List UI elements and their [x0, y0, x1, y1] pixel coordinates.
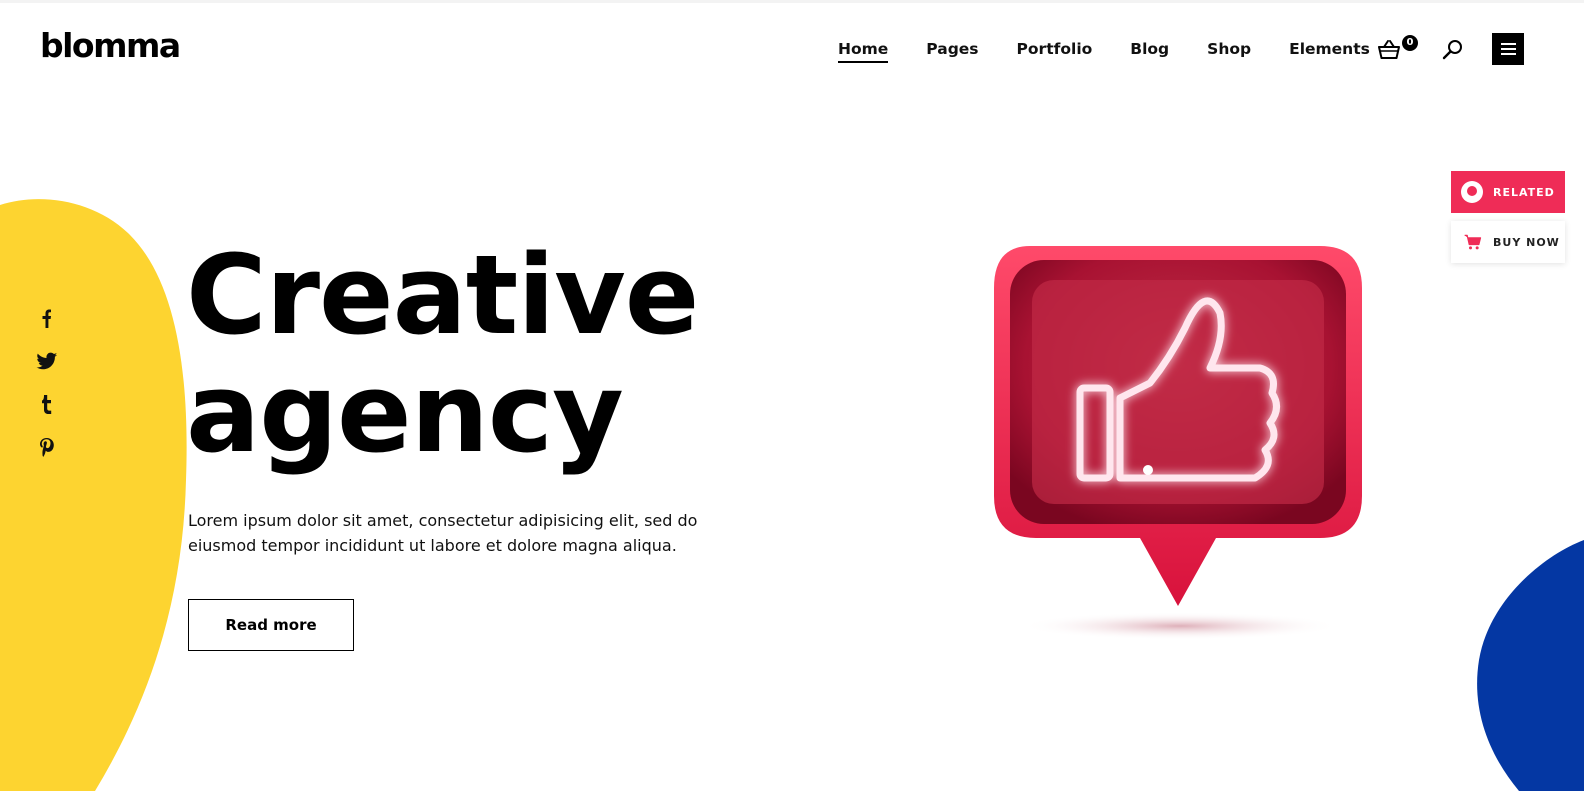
search-icon[interactable]	[1441, 38, 1465, 62]
related-tab[interactable]: RELATED	[1451, 171, 1565, 213]
nav-home[interactable]: Home	[838, 38, 889, 63]
buy-now-label: BUY NOW	[1493, 235, 1560, 249]
twitter-icon[interactable]	[36, 350, 58, 372]
social-links	[36, 307, 58, 479]
shopping-cart-icon	[1464, 234, 1482, 250]
hero-title-line-2: agency	[186, 349, 624, 477]
blue-blob-decoration	[1477, 540, 1584, 791]
facebook-icon[interactable]	[36, 307, 58, 329]
hero-description: Lorem ipsum dolor sit amet, consectetur …	[188, 511, 698, 555]
site-logo[interactable]: blomma	[40, 26, 181, 65]
tumblr-icon[interactable]	[36, 393, 58, 415]
hamburger-menu-button[interactable]	[1492, 33, 1524, 65]
hero-title: Creative agency	[186, 231, 699, 477]
nav-portfolio[interactable]: Portfolio	[1017, 38, 1093, 60]
nav-elements[interactable]: Elements	[1289, 38, 1370, 60]
main-nav: Home Pages Portfolio Blog Shop Elements	[838, 38, 1408, 63]
read-more-button[interactable]: Read more	[188, 599, 354, 651]
menu-bar	[1500, 48, 1516, 50]
hero-title-line-1: Creative	[186, 231, 699, 359]
thumbs-up-bubble-illustration	[994, 246, 1362, 640]
yellow-blob-decoration	[0, 199, 187, 791]
basket-icon[interactable]	[1377, 38, 1401, 62]
nav-blog[interactable]: Blog	[1130, 38, 1169, 60]
nav-shop[interactable]: Shop	[1207, 38, 1251, 60]
nav-pages[interactable]: Pages	[926, 38, 978, 60]
top-border	[0, 0, 1584, 3]
cart-count-badge: 0	[1402, 35, 1418, 51]
menu-bar	[1500, 53, 1516, 55]
pinterest-icon[interactable]	[36, 436, 58, 458]
hamburger-menu-icon	[1500, 43, 1516, 45]
related-icon	[1461, 181, 1483, 203]
buy-now-tab[interactable]: BUY NOW	[1451, 221, 1565, 263]
related-label: RELATED	[1493, 185, 1555, 199]
